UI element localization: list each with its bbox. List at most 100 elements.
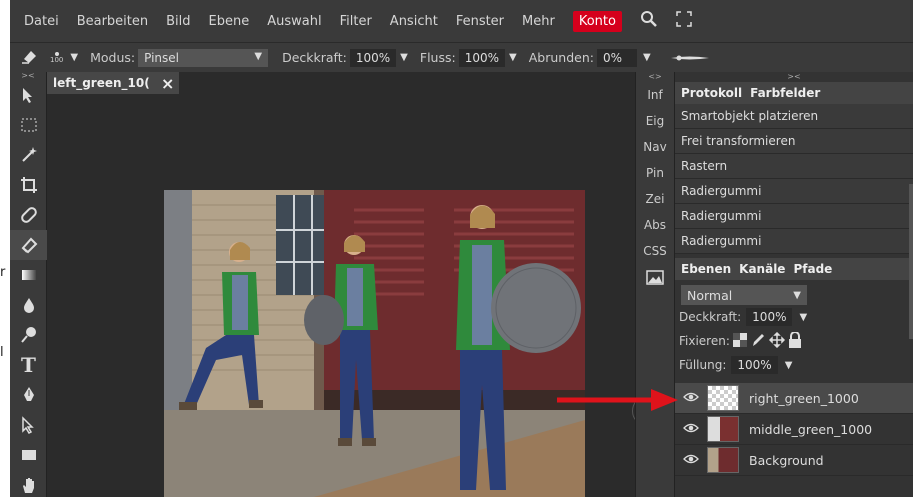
shape-tool-icon[interactable] — [10, 440, 47, 470]
options-bar: 100 ▼ Modus: Pinsel ▼ Deckkraft: 100% ▼ … — [10, 42, 913, 72]
document-tabs: left_green_10( × — [47, 72, 635, 94]
shortcut-css[interactable]: CSS — [636, 238, 674, 264]
menu-ebene[interactable]: Ebene — [209, 14, 250, 29]
brush-stroke-preview-icon — [669, 50, 711, 65]
tab-kanaele[interactable]: Kanäle — [739, 262, 785, 276]
menu-auswahl[interactable]: Auswahl — [267, 14, 321, 29]
search-icon[interactable] — [640, 10, 658, 32]
layer-thumbnail — [707, 385, 739, 411]
lock-label: Fixieren: — [679, 334, 730, 348]
history-item[interactable]: Smartobjekt platzieren — [675, 104, 913, 129]
pen-tool-icon[interactable] — [10, 380, 47, 410]
hand-tool-icon[interactable] — [10, 470, 47, 497]
deckkraft-dropdown-icon[interactable]: ▼ — [400, 52, 408, 63]
red-arrow-annotation — [557, 389, 678, 411]
abrunden-dropdown-icon[interactable]: ▼ — [643, 52, 651, 63]
fluss-label: Fluss: — [419, 50, 456, 65]
menu-ansicht[interactable]: Ansicht — [390, 14, 438, 29]
eye-icon[interactable] — [683, 422, 701, 436]
magic-wand-tool-icon[interactable] — [10, 140, 47, 170]
move-tool-icon[interactable] — [10, 80, 47, 110]
brush-size-picker[interactable]: 100 ▼ — [50, 51, 78, 64]
modus-label: Modus: — [90, 50, 136, 65]
abrunden-field[interactable]: 0% — [596, 48, 637, 67]
tab-pfade[interactable]: Pfade — [793, 262, 832, 276]
marquee-tool-icon[interactable] — [10, 110, 47, 140]
eye-icon[interactable] — [683, 391, 701, 405]
path-select-tool-icon[interactable] — [10, 410, 47, 440]
shortcut-navigator[interactable]: Nav — [636, 134, 674, 160]
tab-ebenen[interactable]: Ebenen — [681, 262, 731, 276]
image-icon[interactable] — [636, 264, 674, 290]
canvas-area[interactable] — [47, 94, 662, 497]
blend-mode-select[interactable]: Normal ▼ — [681, 285, 807, 305]
menu-fenster[interactable]: Fenster — [456, 14, 504, 29]
shortcut-brushes[interactable]: Pin — [636, 160, 674, 186]
cropped-text-fragment: r — [0, 265, 6, 280]
history-scrollbar[interactable] — [909, 184, 913, 339]
history-tabs: Protokoll Farbfelder — [675, 82, 913, 104]
tools-panel: >< T — [10, 72, 47, 497]
menu-bearbeiten[interactable]: Bearbeiten — [77, 14, 148, 29]
fluss-dropdown-icon[interactable]: ▼ — [509, 52, 517, 63]
fill-label: Füllung: — [679, 358, 727, 372]
lock-transparency-icon[interactable] — [732, 332, 747, 350]
shortcut-info[interactable]: Inf — [636, 82, 674, 108]
fullscreen-icon[interactable] — [676, 11, 692, 31]
gradient-tool-icon[interactable] — [10, 260, 47, 290]
modus-select[interactable]: Pinsel ▼ — [138, 48, 269, 67]
tab-protokoll[interactable]: Protokoll — [681, 86, 742, 100]
document-tab[interactable]: left_green_10( × — [47, 72, 179, 94]
layer-row-background[interactable]: Background — [675, 445, 913, 476]
layer-row-middle-green[interactable]: middle_green_1000 — [675, 414, 913, 445]
brush-size-value: 100 — [50, 55, 64, 64]
fill-dropdown-icon[interactable]: ▼ — [785, 360, 793, 371]
konto-button[interactable]: Konto — [572, 10, 622, 32]
blur-tool-icon[interactable] — [10, 290, 47, 320]
lock-all-icon[interactable] — [788, 330, 802, 351]
healing-tool-icon[interactable] — [10, 200, 47, 230]
menu-filter[interactable]: Filter — [340, 14, 372, 29]
modus-value: Pinsel — [144, 50, 179, 65]
history-item[interactable]: Frei transformieren — [675, 129, 913, 154]
layer-opacity-field[interactable]: 100% — [746, 308, 793, 326]
layer-opacity-dropdown-icon[interactable]: ▼ — [799, 312, 807, 323]
canvas-photo[interactable] — [164, 190, 585, 497]
document-tab-title: left_green_10( — [53, 76, 149, 90]
eraser-tool-icon[interactable] — [20, 47, 42, 68]
layer-row-right-green[interactable]: right_green_1000 — [675, 383, 913, 414]
chevron-down-icon: ▼ — [254, 50, 263, 62]
close-icon[interactable]: × — [161, 74, 174, 93]
layer-thumbnail — [707, 447, 739, 473]
lock-pixels-icon[interactable] — [750, 332, 766, 351]
deckkraft-label: Deckkraft: — [282, 50, 347, 65]
right-panels: >< Protokoll Farbfelder Smartobjekt plat… — [675, 72, 913, 497]
history-item[interactable]: Radiergummi — [675, 229, 913, 254]
text-tool-icon[interactable]: T — [10, 350, 47, 380]
dodge-tool-icon[interactable] — [10, 320, 47, 350]
history-item[interactable]: Radiergummi — [675, 204, 913, 229]
chevron-down-icon: ▼ — [793, 289, 801, 301]
menu-mehr[interactable]: Mehr — [522, 14, 555, 29]
shortcut-properties[interactable]: Eig — [636, 108, 674, 134]
lock-position-icon[interactable] — [768, 331, 785, 351]
menu-bild[interactable]: Bild — [166, 14, 190, 29]
crop-tool-icon[interactable] — [10, 170, 47, 200]
shortcut-character[interactable]: Zei — [636, 186, 674, 212]
lock-row: Fixieren: — [675, 329, 913, 353]
eraser-tool-icon[interactable] — [10, 230, 47, 260]
history-item[interactable]: Rastern — [675, 154, 913, 179]
toolbar-collapse[interactable]: >< — [10, 72, 46, 80]
tab-farbfelder[interactable]: Farbfelder — [750, 86, 820, 100]
layer-opacity-row: Deckkraft: 100% ▼ — [675, 305, 913, 329]
menu-datei[interactable]: Datei — [24, 14, 59, 29]
shortcut-paragraph[interactable]: Abs — [636, 212, 674, 238]
fluss-field[interactable]: 100% — [458, 48, 506, 67]
panel-shortcuts: <> Inf Eig Nav Pin Zei Abs CSS — [635, 72, 675, 497]
eye-icon[interactable] — [683, 453, 701, 467]
deckkraft-field[interactable]: 100% — [349, 48, 397, 67]
panel-collapse[interactable]: >< — [675, 72, 913, 82]
sidebar-collapse[interactable]: <> — [636, 72, 674, 82]
fill-field[interactable]: 100% — [731, 356, 778, 374]
history-item[interactable]: Radiergummi — [675, 179, 913, 204]
